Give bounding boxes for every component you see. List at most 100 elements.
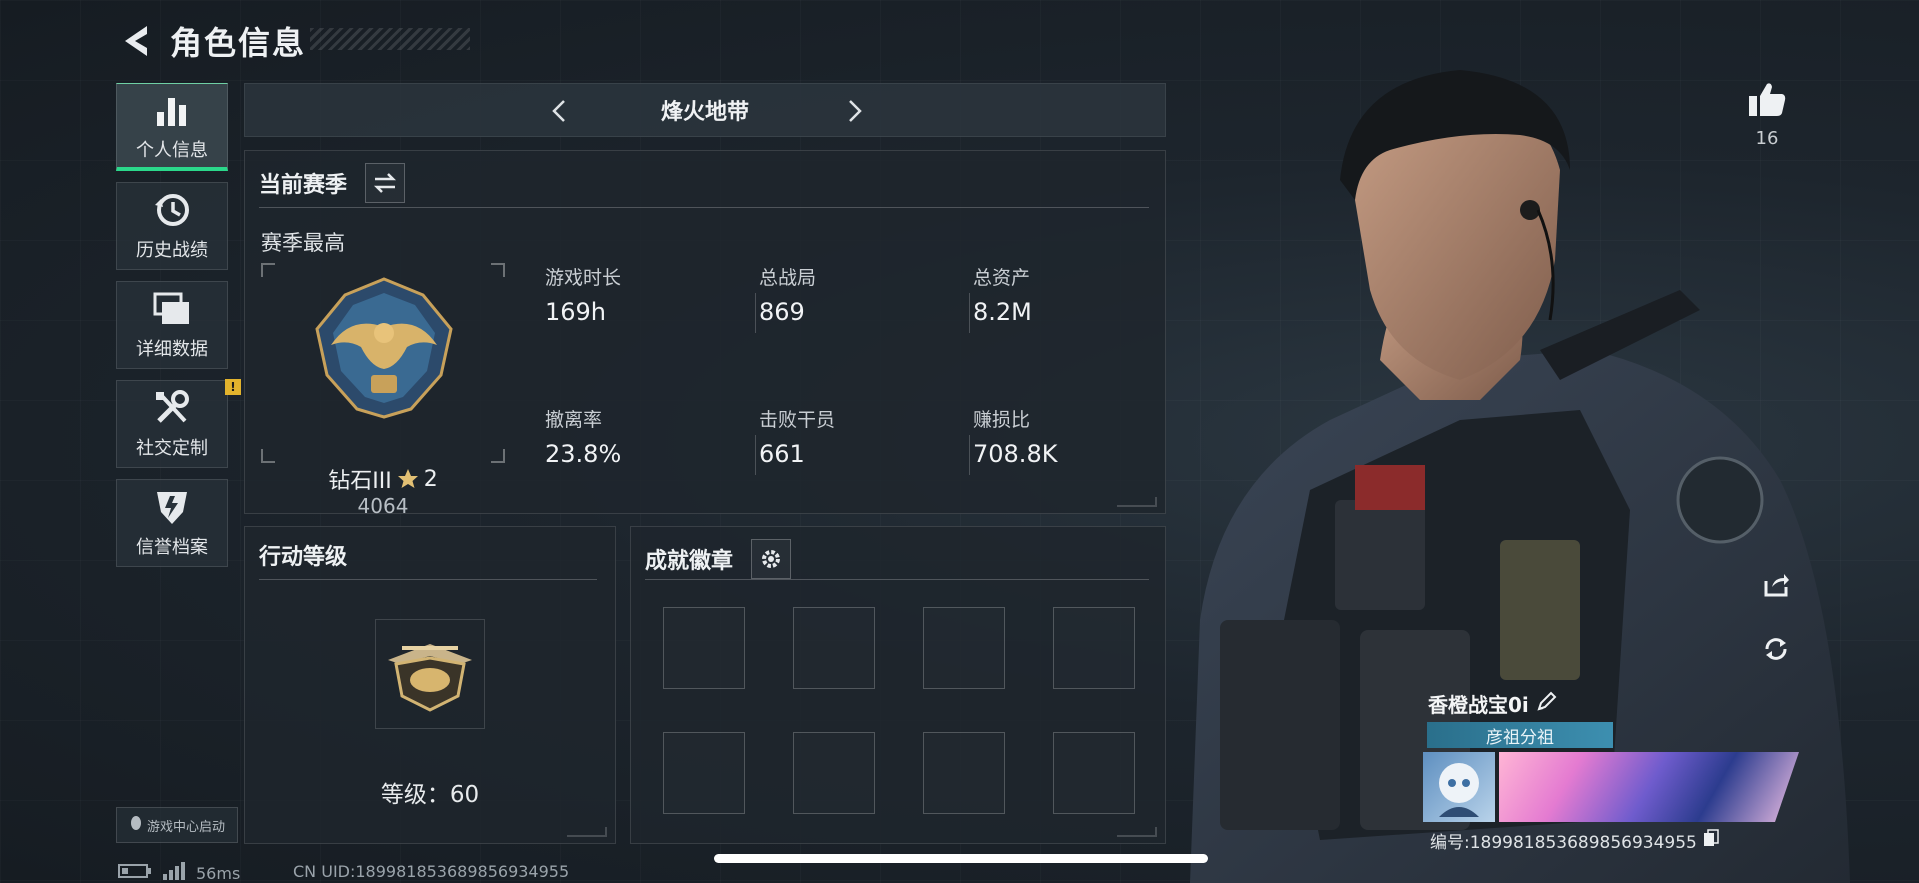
sidebar-item-label: 信誉档案 [136,537,208,558]
badge-slot[interactable] [1053,607,1135,689]
copy-id-button[interactable] [1703,829,1719,852]
level-emblem-frame [375,619,485,729]
ping-value: 56ms [196,863,241,883]
frame-corner [491,449,505,463]
current-season-panel: 当前赛季 赛季最高 钻石III 2 4064 游戏时长 169h 总战局 869… [244,150,1166,518]
player-id-row: CN UID:189981853689856934955 编号:18998185… [1430,828,1719,853]
panel-corner-decoration [1117,827,1157,837]
title-decoration [310,28,470,50]
action-level-header: 行动等级 [259,539,347,571]
stat-total-assets: 总资产 8.2M [969,263,1173,333]
bar-chart-icon [152,90,192,130]
stat-divider [969,293,970,333]
sidebar-item-profile[interactable]: 个人信息 [116,83,228,171]
battery-icon [118,863,152,883]
stat-play-time: 游戏时长 169h [545,263,745,326]
stat-value: 169h [545,298,607,326]
avatar-character-icon [1439,763,1479,817]
stat-divider [969,435,970,475]
star-icon [397,469,418,488]
rank-card: 钻石III 2 4064 [261,263,505,518]
rank-name-row: 钻石III 2 [261,463,505,495]
badge-slot[interactable] [923,732,1005,814]
season-header: 当前赛季 [259,163,406,203]
mode-next-button[interactable] [841,97,869,125]
frame-corner [491,263,505,277]
rotate-button[interactable] [1757,630,1795,668]
action-level-title: 行动等级 [259,545,348,570]
badge-slot[interactable] [663,607,745,689]
sidebar-item-credit[interactable]: 信誉档案 [116,479,228,567]
sidebar-item-label: 社交定制 [136,438,208,459]
sidebar-item-label: 详细数据 [136,339,208,360]
stat-value: 869 [759,298,805,326]
helicopter-level-icon [388,644,472,712]
stat-divider [755,435,756,475]
stat-label: 赚损比 [973,409,1031,431]
stat-value: 23.8% [545,440,622,468]
stat-total-matches: 总战局 869 [755,263,959,333]
achievements-title: 成就徽章 [645,549,734,574]
badge-slot[interactable] [663,732,745,814]
game-center-button[interactable]: 游戏中心启动 [116,807,238,843]
gear-icon [762,550,781,568]
stacked-cards-icon [152,289,192,329]
rank-name: 钻石III [328,469,392,494]
sidebar-item-social[interactable]: 社交定制 ! [116,379,241,468]
refresh-icon [1765,638,1787,660]
tools-icon [152,388,192,428]
page-title: 角色信息 [170,24,307,62]
pencil-icon [1537,691,1557,711]
mode-title: 烽火地带 [660,100,749,125]
share-icon [1764,574,1789,597]
rank-stars: 2 [423,466,438,492]
clan-tag[interactable]: 彦祖分祖 [1427,722,1613,748]
avatar[interactable] [1423,752,1495,822]
divider [259,579,597,580]
level-text: 等级：60 [380,782,480,808]
stat-extract-rate: 撤离率 23.8% [545,405,745,468]
switch-season-button[interactable] [365,163,406,203]
stat-value: 708.8K [973,440,1058,468]
home-indicator[interactable] [714,854,1208,863]
edit-name-button[interactable] [1537,691,1557,716]
badge-slot[interactable] [793,607,875,689]
badge-slot[interactable] [793,732,875,814]
stat-label: 击败干员 [759,409,836,431]
like-button[interactable]: 16 [1744,80,1790,149]
credit-shield-icon [152,487,192,527]
notice-badge: ! [225,379,241,395]
sidebar: 个人信息 历史战绩 详细数据 社交定制 ! 信誉档案 [116,83,241,578]
share-button[interactable] [1757,566,1795,604]
sidebar-item-history[interactable]: 历史战绩 [116,182,228,270]
player-name: 香橙战宝0i [1428,693,1529,717]
stat-label: 总战局 [759,267,817,289]
back-arrow-icon[interactable] [118,24,152,58]
achievements-panel: 成就徽章 [630,526,1166,844]
badge-slot[interactable] [923,607,1005,689]
copy-icon [1703,829,1719,846]
season-best-label: 赛季最高 [261,231,345,255]
stat-value: 661 [759,440,805,468]
stat-label: 总资产 [973,267,1031,289]
history-clock-icon [152,190,192,230]
sidebar-item-details[interactable]: 详细数据 [116,281,228,369]
player-id-text: 编号:189981853689856934955 [1430,833,1697,853]
mode-prev-button[interactable] [545,97,573,125]
sidebar-item-label: 个人信息 [136,139,208,161]
divider [645,579,1149,580]
game-center-label: 游戏中心启动 [146,819,225,835]
achievements-settings-button[interactable] [751,539,792,579]
player-name-row: 香橙战宝0i [1428,689,1557,718]
header: 角色信息 [118,18,306,64]
badge-slot[interactable] [1053,732,1135,814]
stat-value: 8.2M [973,298,1032,326]
profile-banner[interactable] [1499,752,1799,822]
stat-label: 游戏时长 [545,267,622,289]
stat-divider [755,293,756,333]
swap-icon [373,173,397,193]
thumbs-up-icon [1749,83,1786,116]
signal-icon [162,862,186,883]
diamond-rank-emblem-icon [315,277,453,419]
mode-selector: 烽火地带 [244,83,1166,137]
